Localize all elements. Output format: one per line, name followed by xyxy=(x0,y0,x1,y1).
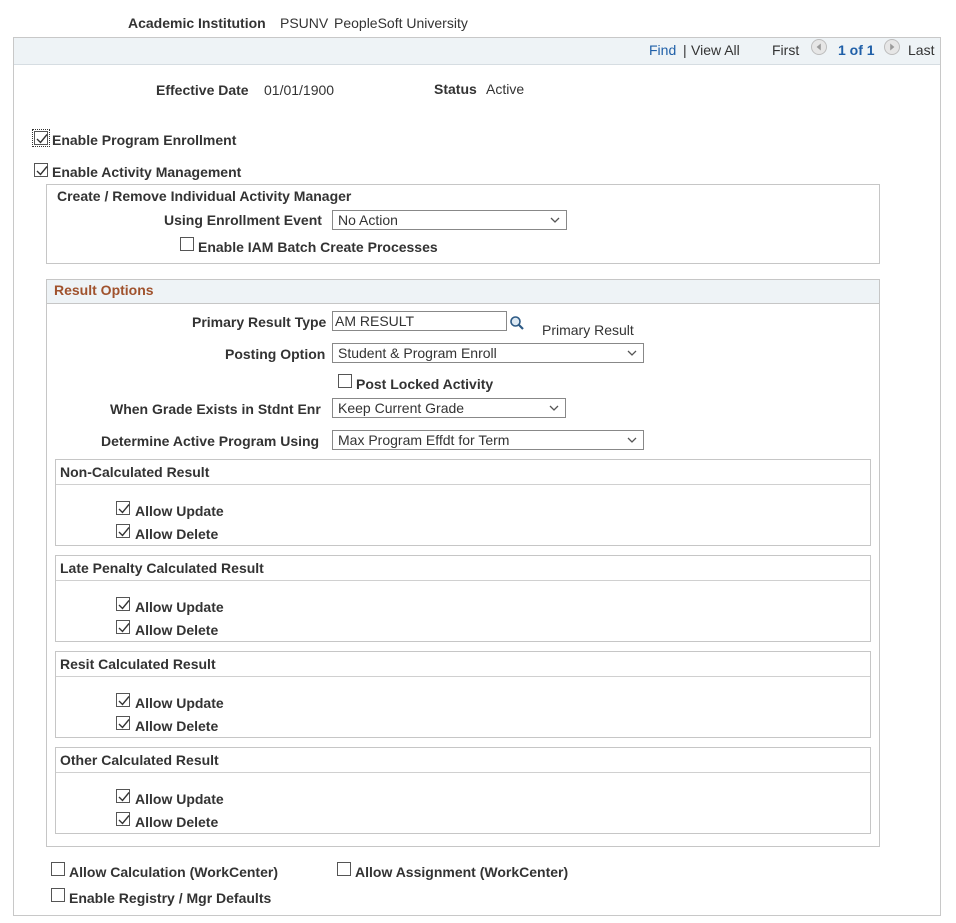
primary-result-type-label: Primary Result Type xyxy=(192,314,327,330)
posting-option-select[interactable]: Student & Program Enroll xyxy=(332,343,644,363)
allow-delete-label: Allow Delete xyxy=(135,814,219,830)
post-locked-activity-checkbox[interactable] xyxy=(338,374,352,388)
post-locked-activity-label: Post Locked Activity xyxy=(356,376,494,392)
allow-calculation-label: Allow Calculation (WorkCenter) xyxy=(69,864,278,880)
enable-activity-management-checkbox[interactable] xyxy=(34,163,48,177)
enable-registry-checkbox[interactable] xyxy=(51,888,65,902)
allow-delete-label: Allow Delete xyxy=(135,718,219,734)
active-program-select[interactable]: Max Program Effdt for Term xyxy=(332,430,644,450)
enable-program-enrollment-checkbox[interactable] xyxy=(32,129,50,147)
result-options-title: Result Options xyxy=(54,282,154,298)
search-icon[interactable] xyxy=(509,315,525,331)
allow-update-checkbox[interactable] xyxy=(116,501,130,515)
result-options-header xyxy=(47,280,879,304)
allow-delete-checkbox[interactable] xyxy=(116,812,130,826)
enrollment-event-label: Using Enrollment Event xyxy=(164,212,322,228)
effective-date-label: Effective Date xyxy=(156,82,249,98)
last-link[interactable]: Last xyxy=(908,42,934,58)
checkmark-icon xyxy=(118,527,130,537)
iam-batch-label: Enable IAM Batch Create Processes xyxy=(198,239,438,255)
checkmark-icon xyxy=(118,792,130,802)
page-indicator: 1 of 1 xyxy=(838,42,875,58)
chevron-down-icon xyxy=(550,217,560,223)
arrow-right-icon[interactable] xyxy=(883,38,901,56)
enable-registry-label: Enable Registry / Mgr Defaults xyxy=(69,890,272,906)
primary-result-type-input[interactable]: AM RESULT xyxy=(332,311,507,331)
allow-update-label: Allow Update xyxy=(135,503,224,519)
allow-assignment-label: Allow Assignment (WorkCenter) xyxy=(355,864,569,880)
checkmark-icon xyxy=(36,134,48,144)
grade-exists-label: When Grade Exists in Stdnt Enr xyxy=(110,401,321,417)
iam-title: Create / Remove Individual Activity Mana… xyxy=(57,188,352,204)
allow-delete-checkbox[interactable] xyxy=(116,620,130,634)
group-title: Resit Calculated Result xyxy=(60,656,216,672)
group-title: Non-Calculated Result xyxy=(60,464,210,480)
posting-option-label: Posting Option xyxy=(225,346,326,362)
checkmark-icon xyxy=(118,815,130,825)
allow-update-label: Allow Update xyxy=(135,695,224,711)
checkmark-icon xyxy=(118,696,130,706)
allow-delete-label: Allow Delete xyxy=(135,526,219,542)
first-link[interactable]: First xyxy=(772,42,799,58)
allow-assignment-checkbox[interactable] xyxy=(337,862,351,876)
checkmark-icon xyxy=(118,600,130,610)
active-program-value: Max Program Effdt for Term xyxy=(338,432,510,448)
checkmark-icon xyxy=(36,166,48,176)
institution-label: Academic Institution xyxy=(128,15,266,31)
primary-result-description: Primary Result xyxy=(542,322,634,338)
primary-result-type-value: AM RESULT xyxy=(335,313,415,329)
navigation-bar xyxy=(14,38,940,65)
chevron-down-icon xyxy=(627,350,637,356)
effective-date-value: 01/01/1900 xyxy=(264,82,335,98)
checkmark-icon xyxy=(118,623,130,633)
active-program-label: Determine Active Program Using xyxy=(101,433,320,449)
grade-exists-select[interactable]: Keep Current Grade xyxy=(332,398,566,418)
enable-program-enrollment-label: Enable Program Enrollment xyxy=(52,132,237,148)
posting-option-value: Student & Program Enroll xyxy=(338,345,497,361)
allow-update-checkbox[interactable] xyxy=(116,597,130,611)
institution-code: PSUNV xyxy=(280,15,329,31)
checkmark-icon xyxy=(118,719,130,729)
arrow-left-icon[interactable] xyxy=(810,38,828,56)
status-value: Active xyxy=(486,81,525,97)
allow-delete-checkbox[interactable] xyxy=(116,524,130,538)
allow-update-checkbox[interactable] xyxy=(116,789,130,803)
status-label: Status xyxy=(434,81,477,97)
allow-update-label: Allow Update xyxy=(135,791,224,807)
institution-name: PeopleSoft University xyxy=(334,15,468,31)
nav-separator: | xyxy=(683,42,687,58)
find-link[interactable]: Find xyxy=(649,42,676,58)
grade-exists-value: Keep Current Grade xyxy=(338,400,465,416)
allow-delete-checkbox[interactable] xyxy=(116,716,130,730)
allow-calculation-checkbox[interactable] xyxy=(51,862,65,876)
allow-delete-label: Allow Delete xyxy=(135,622,219,638)
group-title: Other Calculated Result xyxy=(60,752,219,768)
allow-update-label: Allow Update xyxy=(135,599,224,615)
group-title: Late Penalty Calculated Result xyxy=(60,560,264,576)
allow-update-checkbox[interactable] xyxy=(116,693,130,707)
enable-activity-management-label: Enable Activity Management xyxy=(52,164,242,180)
checkmark-icon xyxy=(118,504,130,514)
enrollment-event-select[interactable]: No Action xyxy=(332,210,567,230)
chevron-down-icon xyxy=(549,405,559,411)
iam-batch-checkbox[interactable] xyxy=(180,237,194,251)
chevron-down-icon xyxy=(627,437,637,443)
enrollment-event-value: No Action xyxy=(338,212,398,228)
view-all-link[interactable]: View All xyxy=(691,42,740,58)
